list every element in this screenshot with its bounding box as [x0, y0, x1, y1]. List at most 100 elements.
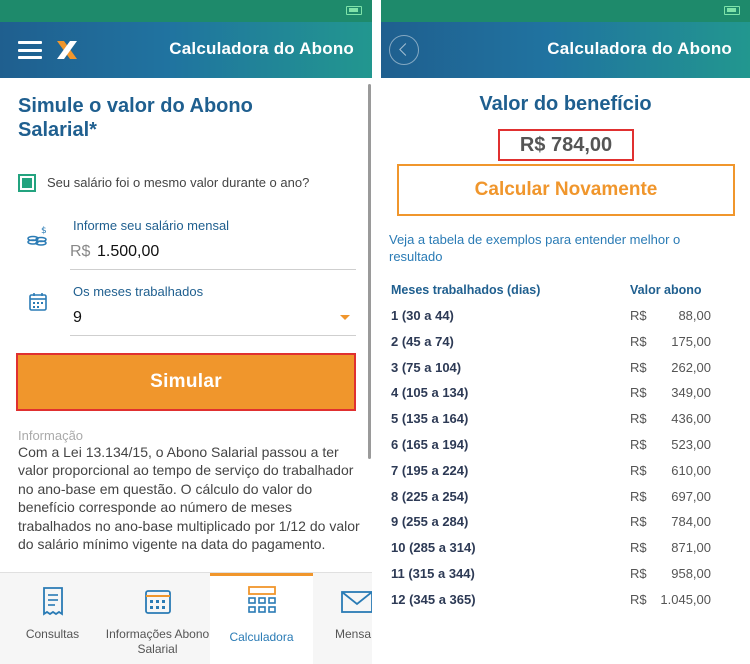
benefit-amount: R$ 784,00 — [498, 129, 634, 161]
row-currency: R$ — [630, 462, 647, 478]
row-currency: R$ — [630, 437, 647, 452]
table-row: 6 (165 a 194) R$ 523,00 — [381, 437, 750, 459]
row-value: 175,00 — [671, 333, 711, 349]
months-label: Os meses trabalhados — [73, 284, 204, 299]
row-value: 88,00 — [678, 308, 711, 323]
status-bar — [381, 0, 750, 22]
status-bar — [0, 0, 372, 22]
caixa-logo-icon — [57, 41, 77, 59]
row-currency: R$ — [630, 514, 647, 530]
calendar-icon — [29, 293, 47, 311]
row-currency: R$ — [630, 488, 647, 504]
info-title: Informação — [18, 428, 84, 443]
table-hint: Veja a tabela de exemplos para entender … — [389, 232, 681, 264]
page-title: Valor do benefício — [479, 93, 652, 115]
same-salary-checkbox[interactable] — [18, 174, 36, 192]
tab-label: Mensa — [335, 627, 372, 641]
row-months: 3 (75 a 104) — [391, 359, 462, 375]
coins-icon: $ — [27, 226, 47, 246]
months-underline — [70, 335, 356, 336]
page-title: Simule o valor do Abono Salarial* — [18, 95, 253, 141]
row-currency: R$ — [630, 566, 647, 581]
panel-divider — [372, 0, 381, 664]
salary-underline — [70, 269, 356, 270]
months-select[interactable]: 9 — [73, 309, 82, 327]
app-bar: Calculadora do Abono — [0, 22, 372, 78]
row-value: 436,00 — [671, 411, 711, 427]
row-value: 871,00 — [671, 540, 711, 556]
receipt-icon — [42, 587, 63, 616]
tab-consultas[interactable]: Consultas — [0, 573, 105, 664]
row-value: 349,00 — [671, 385, 711, 401]
svg-text:$: $ — [41, 226, 47, 236]
row-value: 523,00 — [671, 437, 711, 452]
appbar-title: Calculadora do Abono — [547, 39, 732, 58]
row-months: 9 (255 a 284) — [391, 514, 469, 530]
same-salary-label: Seu salário foi o mesmo valor durante o … — [47, 175, 310, 190]
row-value: 958,00 — [671, 566, 711, 581]
tab-label: Consultas — [25, 627, 80, 641]
row-value: 697,00 — [671, 488, 711, 504]
row-currency: R$ — [630, 333, 647, 349]
row-months: 6 (165 a 194) — [391, 437, 469, 452]
row-currency: R$ — [630, 385, 647, 401]
row-months: 2 (45 a 74) — [391, 333, 454, 349]
table-header-value: Valor abono — [630, 283, 702, 297]
chevron-down-icon[interactable] — [340, 315, 350, 320]
info-text: Com a Lei 13.134/15, o Abono Salarial pa… — [18, 444, 360, 553]
row-value: 1.045,00 — [660, 591, 711, 607]
table-row: 3 (75 a 104) R$ 262,00 — [381, 360, 750, 382]
row-months: 8 (225 a 254) — [391, 488, 469, 504]
row-currency: R$ — [630, 591, 647, 607]
row-months: 11 (315 a 344) — [391, 566, 475, 581]
envelope-icon — [341, 591, 372, 613]
row-value: 610,00 — [671, 462, 711, 478]
table-row: 10 (285 a 314) R$ 871,00 — [381, 540, 750, 562]
table-row: 4 (105 a 134) R$ 349,00 — [381, 385, 750, 407]
salary-input[interactable]: 1.500,00 — [97, 243, 159, 261]
row-value: 784,00 — [671, 514, 711, 530]
row-months: 12 (345 a 365) — [391, 591, 476, 607]
tab-label: Informações Abono Salarial — [105, 627, 210, 656]
table-row: 11 (315 a 344) R$ 958,00 — [381, 566, 750, 588]
row-months: 1 (30 a 44) — [391, 308, 454, 323]
row-currency: R$ — [630, 540, 647, 556]
calculator-icon — [247, 586, 276, 613]
battery-icon — [724, 6, 740, 15]
simulate-button[interactable]: Simular — [16, 353, 356, 411]
row-currency: R$ — [630, 411, 647, 427]
table-row: 7 (195 a 224) R$ 610,00 — [381, 463, 750, 485]
battery-icon — [346, 6, 362, 15]
tab-calculadora[interactable]: Calculadora — [210, 573, 313, 664]
table-header-months: Meses trabalhados (dias) — [391, 283, 541, 297]
tab-informacoes[interactable]: Informações Abono Salarial — [105, 573, 210, 664]
recalculate-button[interactable]: Calcular Novamente — [397, 164, 735, 216]
row-months: 10 (285 a 314) — [391, 540, 476, 556]
row-value: 262,00 — [671, 359, 711, 375]
row-currency: R$ — [630, 308, 647, 323]
simulator-screen: Calculadora do Abono Simule o valor do A… — [0, 0, 372, 664]
table-row: 8 (225 a 254) R$ 697,00 — [381, 489, 750, 511]
table-row: 5 (135 a 164) R$ 436,00 — [381, 411, 750, 433]
result-screen: Calculadora do Abono Valor do benefício … — [381, 0, 750, 664]
appbar-title: Calculadora do Abono — [169, 39, 354, 58]
menu-icon[interactable] — [18, 41, 42, 59]
tab-mensagens[interactable]: Mensa — [313, 573, 372, 664]
row-months: 5 (135 a 164) — [391, 411, 469, 427]
row-months: 4 (105 a 134) — [391, 385, 469, 401]
table-row: 12 (345 a 365) R$ 1.045,00 — [381, 592, 750, 614]
row-currency: R$ — [630, 359, 647, 375]
calendar-icon — [144, 590, 171, 614]
salary-label: Informe seu salário mensal — [73, 218, 230, 233]
bottom-tab-bar: Consultas Informações Abono Salarial Cal… — [0, 572, 372, 664]
table-row: 9 (255 a 284) R$ 784,00 — [381, 514, 750, 536]
scrollbar[interactable] — [368, 84, 371, 459]
app-bar: Calculadora do Abono — [381, 22, 750, 78]
salary-currency: R$ — [70, 243, 91, 260]
back-icon[interactable] — [389, 35, 419, 65]
tab-label: Calculadora — [229, 630, 294, 644]
table-row: 2 (45 a 74) R$ 175,00 — [381, 334, 750, 356]
screenshot-pair: Calculadora do Abono Simule o valor do A… — [0, 0, 750, 664]
row-months: 7 (195 a 224) — [391, 462, 469, 478]
table-row: 1 (30 a 44) R$ 88,00 — [381, 308, 750, 330]
